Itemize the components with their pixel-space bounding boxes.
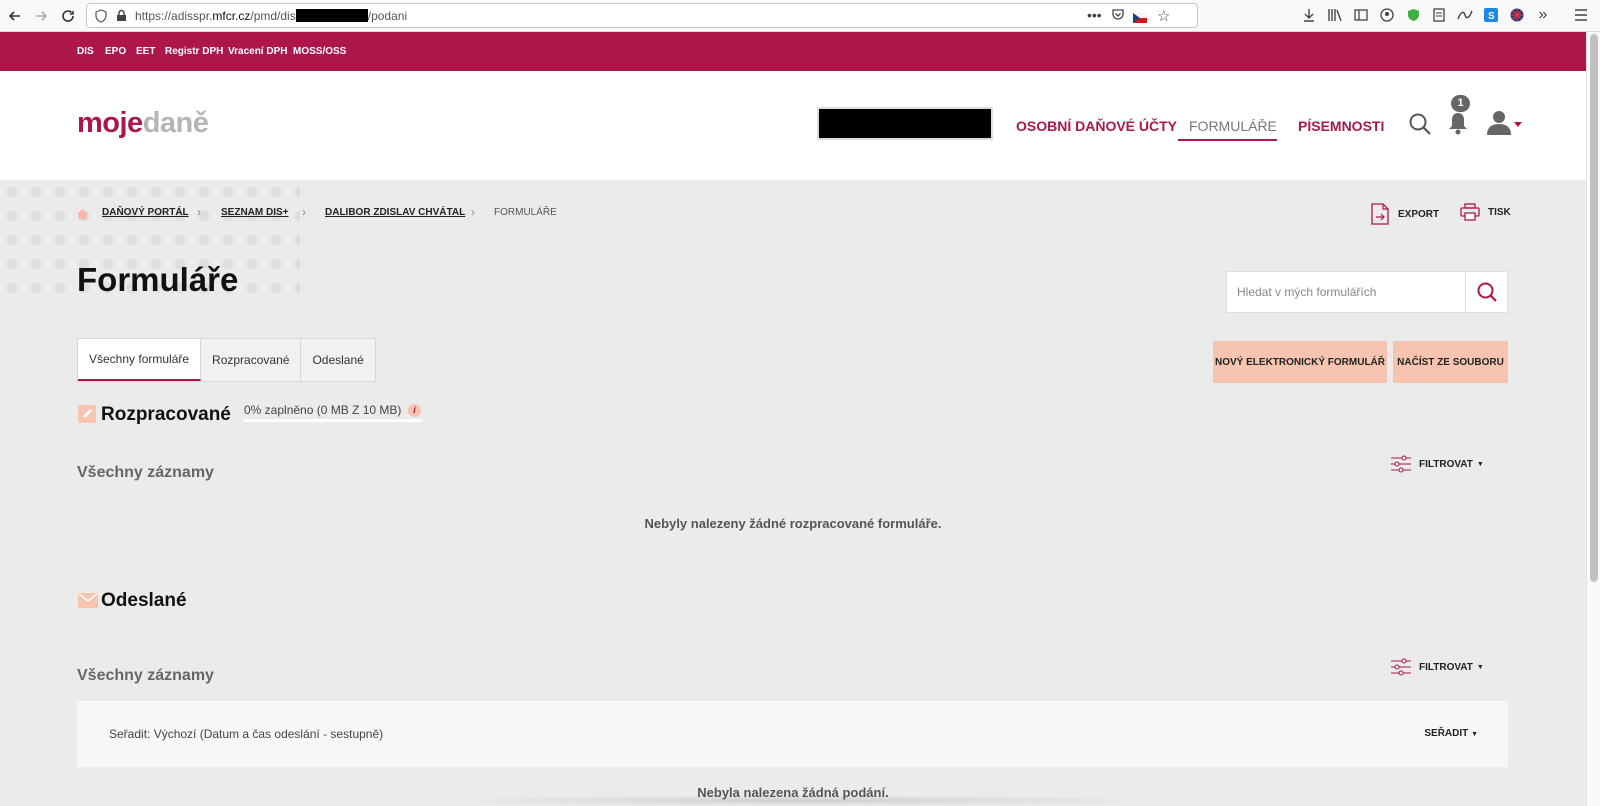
czech-flag-icon[interactable] — [1132, 10, 1148, 23]
scrollbar-thumb[interactable] — [1590, 34, 1598, 582]
svg-text:S: S — [1488, 11, 1495, 22]
user-menu-caret-icon[interactable] — [1514, 115, 1522, 133]
breadcrumb-taxpayer[interactable]: DALIBOR ZDISLAV CHVÁTAL — [325, 207, 465, 218]
search-submit-button[interactable] — [1465, 272, 1507, 312]
sort-bar: Seřadit: Výchozí (Datum a čas odeslání -… — [77, 701, 1508, 767]
form-search — [1226, 271, 1508, 313]
breadcrumb-separator-icon: › — [471, 205, 475, 219]
breadcrumb-separator-icon: › — [302, 205, 306, 219]
sent-section-title: Odeslané — [101, 590, 187, 611]
drafts-records-label: Všechny záznamy — [77, 464, 214, 481]
link-vraceni-dph[interactable]: Vracení DPH — [228, 46, 287, 57]
export-button[interactable]: EXPORT — [1371, 203, 1439, 225]
filter-sliders-icon — [1391, 455, 1411, 473]
sent-records-label: Všechny záznamy — [77, 667, 214, 684]
envelope-icon — [78, 593, 98, 613]
export-document-icon — [1371, 203, 1389, 225]
nav-pisemnosti[interactable]: PÍSEMNOSTI — [1298, 118, 1384, 134]
pocket-icon[interactable] — [1111, 8, 1125, 27]
new-electronic-form-button[interactable]: NOVÝ ELEKTRONICKÝ FORMULÁŘ — [1213, 341, 1387, 383]
pencil-icon — [78, 405, 96, 428]
link-moss-oss[interactable]: MOSS/OSS — [293, 46, 346, 57]
extension-icon[interactable] — [1456, 6, 1474, 24]
search-icon[interactable] — [1409, 113, 1431, 140]
redacted-url-segment — [295, 9, 368, 22]
sort-button[interactable]: SEŘADIT ▼ — [1424, 728, 1478, 739]
home-icon[interactable] — [77, 206, 88, 224]
link-registr-dph[interactable]: Registr DPH — [165, 46, 223, 57]
caret-down-icon: ▼ — [1476, 663, 1484, 671]
print-button[interactable]: TISK — [1460, 203, 1511, 221]
address-bar[interactable]: https://adisspr.mfcr.cz/pmd/dis/podani •… — [86, 3, 1198, 28]
adblock-shield-icon[interactable] — [1404, 6, 1422, 24]
tab-rozpracovane[interactable]: Rozpracované — [201, 339, 302, 381]
notes-icon[interactable] — [1430, 6, 1448, 24]
overflow-chevron-icon[interactable]: » — [1534, 6, 1552, 24]
breadcrumb-current: FORMULÁŘE — [494, 207, 557, 218]
nav-osobni-danove-ucty[interactable]: OSOBNÍ DAŇOVÉ ÚČTY — [1016, 118, 1177, 134]
redacted-field — [817, 107, 993, 140]
sort-description: Seřadit: Výchozí (Datum a čas odeslání -… — [109, 727, 384, 741]
bell-icon[interactable] — [1448, 111, 1468, 140]
link-eet[interactable]: EET — [136, 46, 155, 57]
tab-vsechny-formulare[interactable]: Všechny formuláře — [78, 339, 202, 381]
breadcrumb-seznam-dis[interactable]: SEZNAM DIS+ — [221, 207, 289, 218]
account-icon[interactable] — [1378, 6, 1396, 24]
drafts-empty-message: Nebyly nalezeny žádné rozpracované formu… — [644, 516, 942, 531]
form-tabs: Všechny formuláře Rozpracované Odeslané — [77, 338, 376, 382]
search-input[interactable] — [1227, 272, 1466, 312]
reload-icon[interactable] — [57, 5, 79, 27]
load-from-file-button[interactable]: NAČÍST ZE SOUBORU — [1393, 341, 1508, 383]
link-epo[interactable]: EPO — [105, 46, 126, 57]
sent-filter-button[interactable]: FILTROVAT ▼ — [1390, 658, 1484, 676]
browser-toolbar: https://adisspr.mfcr.cz/pmd/dis/podani •… — [0, 0, 1600, 32]
s-extension-icon[interactable]: S — [1482, 6, 1500, 24]
page-title: Formuláře — [77, 261, 239, 298]
search-icon — [1477, 282, 1497, 302]
tab-odeslane[interactable]: Odeslané — [301, 339, 375, 381]
moje-dane-logo[interactable]: mojedaně — [77, 107, 209, 140]
storage-usage-bar — [244, 419, 422, 422]
more-icon[interactable]: ••• — [1087, 7, 1102, 23]
drafts-filter-button[interactable]: FILTROVAT ▼ — [1390, 455, 1484, 473]
caret-down-icon: ▼ — [1471, 731, 1478, 738]
content-shadow — [430, 795, 1170, 806]
url-text: https://adisspr.mfcr.cz/pmd/dis/podani — [135, 9, 408, 23]
lock-icon — [116, 9, 127, 27]
bookmark-star-icon[interactable]: ☆ — [1157, 7, 1170, 25]
library-icon[interactable] — [1326, 6, 1344, 24]
forward-icon[interactable] — [30, 5, 52, 27]
link-dis[interactable]: DIS — [77, 46, 94, 57]
site-header: mojedaně OSOBNÍ DAŇOVÉ ÚČTY FORMULÁŘE PÍ… — [0, 71, 1586, 180]
breadcrumb-separator-icon: › — [197, 205, 201, 219]
info-icon[interactable]: i — [408, 404, 421, 417]
drafts-section-title: Rozpracované — [101, 404, 231, 425]
storage-usage-text: 0% zaplněno (0 MB Z 10 MB) — [244, 403, 402, 417]
printer-icon — [1460, 203, 1480, 221]
portal-links-bar: DIS EPO EET Registr DPH Vracení DPH MOSS… — [0, 32, 1586, 71]
back-icon[interactable] — [4, 5, 26, 27]
notification-badge: 1 — [1451, 95, 1470, 112]
sidebar-icon[interactable] — [1352, 6, 1370, 24]
user-avatar-icon[interactable] — [1486, 109, 1512, 140]
menu-icon[interactable] — [1572, 6, 1590, 24]
active-nav-underline — [1178, 139, 1277, 141]
download-icon[interactable] — [1300, 6, 1318, 24]
caret-down-icon: ▼ — [1476, 460, 1484, 468]
page-scrollbar[interactable] — [1586, 32, 1600, 806]
nav-formulare[interactable]: FORMULÁŘE — [1189, 118, 1277, 134]
breadcrumb-danovy-portal[interactable]: DAŇOVÝ PORTÁL — [102, 207, 189, 218]
uk-flag-icon[interactable] — [1508, 6, 1526, 24]
filter-sliders-icon — [1391, 658, 1411, 676]
shield-icon — [95, 9, 107, 28]
